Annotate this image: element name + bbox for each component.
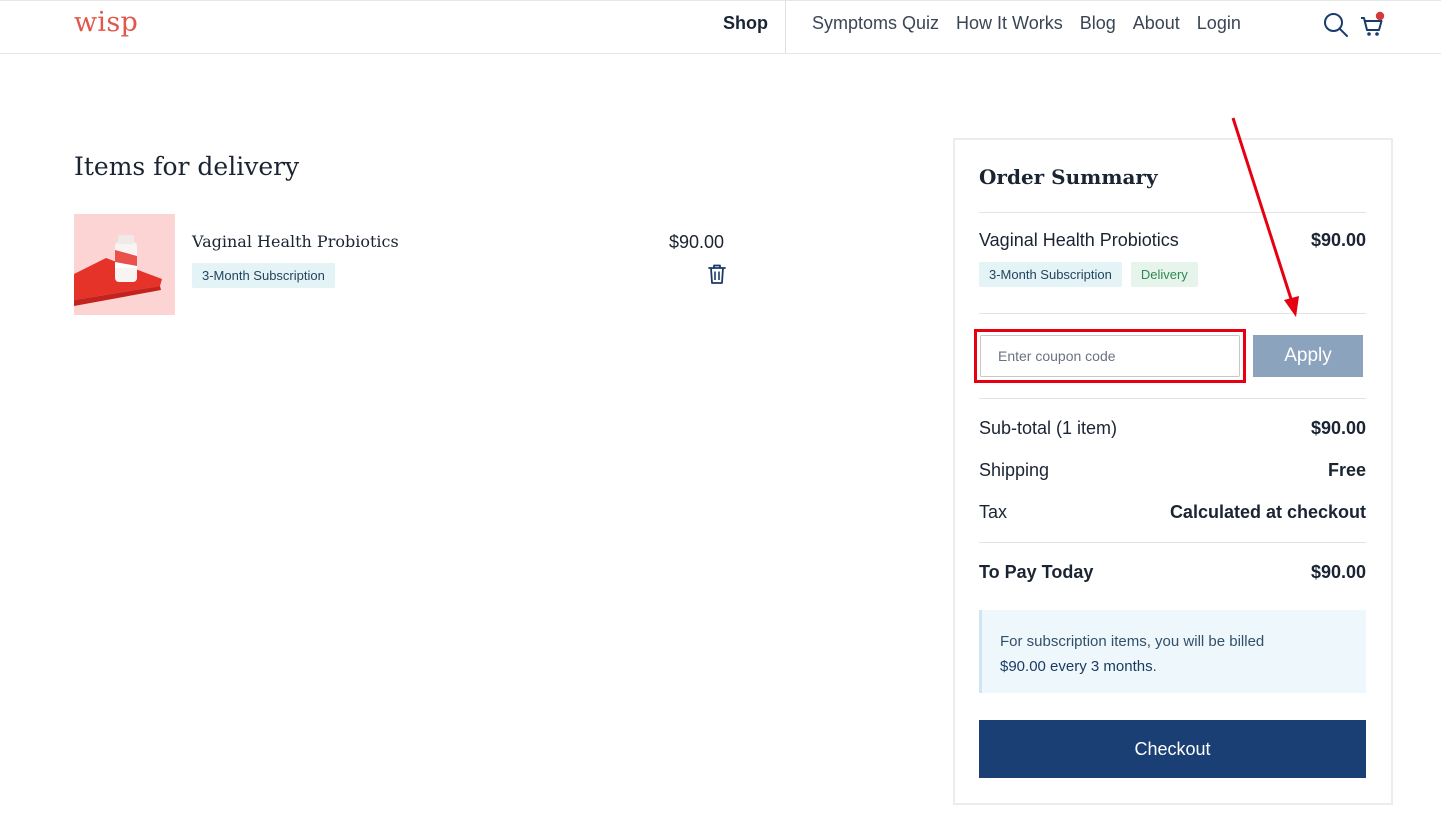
product-image[interactable] bbox=[74, 214, 175, 315]
divider bbox=[979, 212, 1366, 213]
tax-label: Tax bbox=[979, 502, 1008, 522]
order-summary-title: Order Summary bbox=[979, 165, 1158, 189]
nav-blog[interactable]: Blog bbox=[1080, 13, 1116, 34]
subtotal-label: Sub-total (1 item) bbox=[979, 418, 1118, 438]
shipping-label: Shipping bbox=[979, 460, 1050, 480]
summary-item-price: $90.00 bbox=[1310, 230, 1366, 250]
notice-amount: $90.00 every 3 months bbox=[1000, 658, 1153, 675]
summary-badges: 3-Month Subscription Delivery bbox=[979, 262, 1198, 287]
notice-text: For subscription items, you will be bill… bbox=[1000, 633, 1265, 650]
apply-button[interactable]: Apply bbox=[1253, 335, 1363, 377]
divider bbox=[979, 542, 1366, 543]
tax-value: Calculated at checkout bbox=[1169, 502, 1366, 522]
trash-icon[interactable] bbox=[707, 263, 727, 285]
product-price: $90.00 bbox=[669, 232, 725, 252]
subtotal-value: $90.00 bbox=[1310, 418, 1366, 438]
summary-delivery-badge: Delivery bbox=[1130, 262, 1198, 287]
nav-symptoms-quiz[interactable]: Symptoms Quiz bbox=[812, 13, 939, 34]
summary-item-name: Vaginal Health Probiotics bbox=[979, 230, 1179, 250]
product-name[interactable]: Vaginal Health Probiotics bbox=[192, 232, 399, 251]
total-label: To Pay Today bbox=[979, 562, 1094, 582]
nav-shop[interactable]: Shop bbox=[723, 13, 768, 34]
subscription-badge-label: 3-Month Subscription bbox=[192, 263, 335, 288]
search-icon[interactable] bbox=[1323, 12, 1349, 38]
checkout-button[interactable]: Checkout bbox=[979, 720, 1366, 778]
site-header: wisp Shop Symptoms Quiz How It Works Blo… bbox=[0, 0, 1441, 54]
summary-subscription-badge: 3-Month Subscription bbox=[979, 262, 1122, 287]
nav-divider bbox=[785, 1, 786, 53]
cart-icon[interactable] bbox=[1358, 11, 1386, 39]
coupon-input[interactable] bbox=[980, 335, 1240, 377]
divider bbox=[979, 313, 1366, 314]
subscription-notice: For subscription items, you will be bill… bbox=[979, 610, 1366, 693]
subscription-badge: 3-Month Subscription bbox=[192, 263, 335, 288]
logo[interactable]: wisp bbox=[74, 7, 138, 38]
nav-links: Symptoms Quiz How It Works Blog About Lo… bbox=[812, 13, 1241, 34]
divider bbox=[979, 398, 1366, 399]
notice-end: . bbox=[1152, 658, 1157, 675]
nav-about[interactable]: About bbox=[1133, 13, 1180, 34]
nav-how-it-works[interactable]: How It Works bbox=[956, 13, 1063, 34]
items-title: Items for delivery bbox=[74, 152, 300, 181]
total-value: $90.00 bbox=[1310, 562, 1366, 582]
shipping-value: Free bbox=[1327, 460, 1366, 480]
nav-login[interactable]: Login bbox=[1197, 13, 1241, 34]
